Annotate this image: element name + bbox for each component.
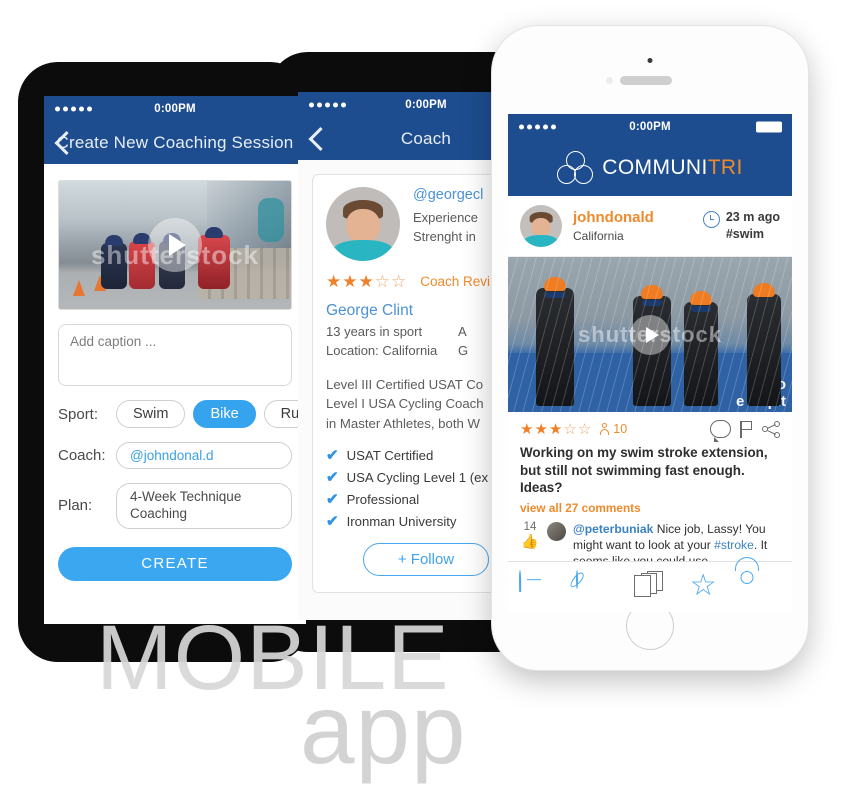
star-icon: ☆ [689,569,717,602]
credential-label: Ironman University [346,514,457,530]
app-brand-name: COMMUNITRI [602,156,742,180]
post-time: 23 m ago [725,210,780,225]
app-header: COMMUNITRI [508,140,792,196]
video-thumbnail-cycling[interactable]: shutterstock [58,180,292,310]
commenter-handle[interactable]: @peterbuniak [573,522,653,536]
create-button[interactable]: CREATE [58,546,292,581]
brand-tri: TRI [707,156,743,179]
coach-years: 13 years in sport [326,324,423,339]
feed-post: johndonald California 23 m ago #swim e s… [508,196,792,570]
nav-bar-1: Create New Coaching Session [44,122,306,164]
front-camera [647,58,653,63]
post-star-rating[interactable]: ★ ★ ★ ☆ ☆ [520,422,591,437]
viewer-count: 10 [600,422,627,436]
post-username[interactable]: johndonald [573,209,703,226]
signal-dots-icon [55,106,92,112]
coach-input[interactable]: @johndonal.d [116,442,292,469]
credential-label: Professional [346,492,420,508]
battery-icon [756,121,782,133]
thumbs-up-icon[interactable]: 👍 [520,533,540,549]
triathlon-rings-logo-icon [557,151,594,185]
signal-dots-icon [309,102,346,108]
coach-bio-line-1: Experience [413,210,479,225]
coach-row: Coach: @johndonal.d [58,442,292,469]
check-icon: ✔ [326,513,339,531]
comment-icon[interactable] [710,420,731,442]
plan-label: Plan: [58,497,93,515]
brand-communi: COMMUNI [602,156,708,179]
phone-screen-create-session: 0:00PM Create New Coaching Session shutt… [44,96,306,624]
comment-hashtag[interactable]: #stroke [714,538,754,552]
status-bar-1: 0:00PM [44,96,306,122]
coach-reviews-link[interactable]: Coach Revi [420,274,490,289]
bottom-nav-bar: ☆ [508,561,792,612]
coach-handle[interactable]: @georgecl [413,187,483,203]
post-text: Working on my swim stroke extension, but… [520,445,768,496]
view-all-comments-link[interactable]: view all 27 comments [508,497,792,515]
page-title: Create New Coaching Session [56,133,294,152]
nav-item-feed[interactable] [633,571,667,603]
check-icon: ✔ [326,491,339,509]
plus-circle-icon [519,570,522,589]
nav-item-explore[interactable] [576,570,610,603]
person-icon [600,423,610,435]
sport-chip-swim[interactable]: Swim [116,400,186,428]
flag-icon[interactable] [740,420,753,438]
compass-icon [576,570,579,589]
play-icon[interactable] [148,218,202,272]
traffic-cone-icon [72,280,85,297]
credential-label: USA Cycling Level 1 (ex [346,470,489,486]
coach-bio-line-2: Strenght in [413,228,476,244]
post-author-info: johndonald California [573,209,703,242]
post-actions: ★ ★ ★ ☆ ☆ 10 [508,412,792,442]
mockup-canvas: 0:00PM Create New Coaching Session shutt… [0,0,842,796]
credential-label: USAT Certified [346,448,434,464]
post-header: johndonald California 23 m ago #swim [508,196,792,257]
proximity-sensor [606,77,613,84]
wordmark-line-2: app [300,674,467,784]
post-location: California [573,228,624,243]
status-bar-3: 0:00PM [508,114,792,140]
coach-location: Location: California [326,342,438,358]
avatar[interactable] [520,205,562,247]
post-meta-text: 23 m ago #swim [726,209,780,243]
sport-chip-bike[interactable]: Bike [193,400,256,428]
nav-item-favorites[interactable]: ☆ [690,571,724,603]
sport-label: Sport: [58,405,99,423]
video-thumbnail-swim[interactable]: ckhoe Capit [508,257,792,412]
phone-screen-feed: 0:00PM COMMUNITRI johndonald California [508,114,792,612]
like-count: 14 [523,521,537,534]
earpiece-speaker [620,76,672,85]
check-icon: ✔ [326,469,339,487]
follow-button[interactable]: + Follow [362,543,490,577]
sport-row: Sport: Swim Bike Run [58,400,306,428]
post-hashtag[interactable]: #swim [726,226,780,243]
avatar[interactable] [326,187,400,261]
post-meta: 23 m ago #swim [702,209,780,243]
coach-label: Coach: [58,447,106,464]
play-icon[interactable] [630,314,670,355]
check-icon: ✔ [326,447,339,465]
plan-row: Plan: 4-Week Technique Coaching [58,483,292,529]
viewer-count-value: 10 [613,422,628,436]
plan-input[interactable]: 4-Week Technique Coaching [116,483,292,529]
post-media-wrap: ckhoe Capit [508,257,792,412]
star-rating: ★ ★ ★ ☆ ☆ [326,272,407,291]
nav-item-add[interactable] [519,570,553,603]
signal-dots-icon [519,124,556,130]
caption-input[interactable]: Add caption ... [58,324,292,386]
clock-icon [702,211,720,229]
commenter-avatar[interactable] [547,522,566,542]
share-icon[interactable] [762,420,780,438]
nav-item-profile[interactable] [747,571,781,603]
